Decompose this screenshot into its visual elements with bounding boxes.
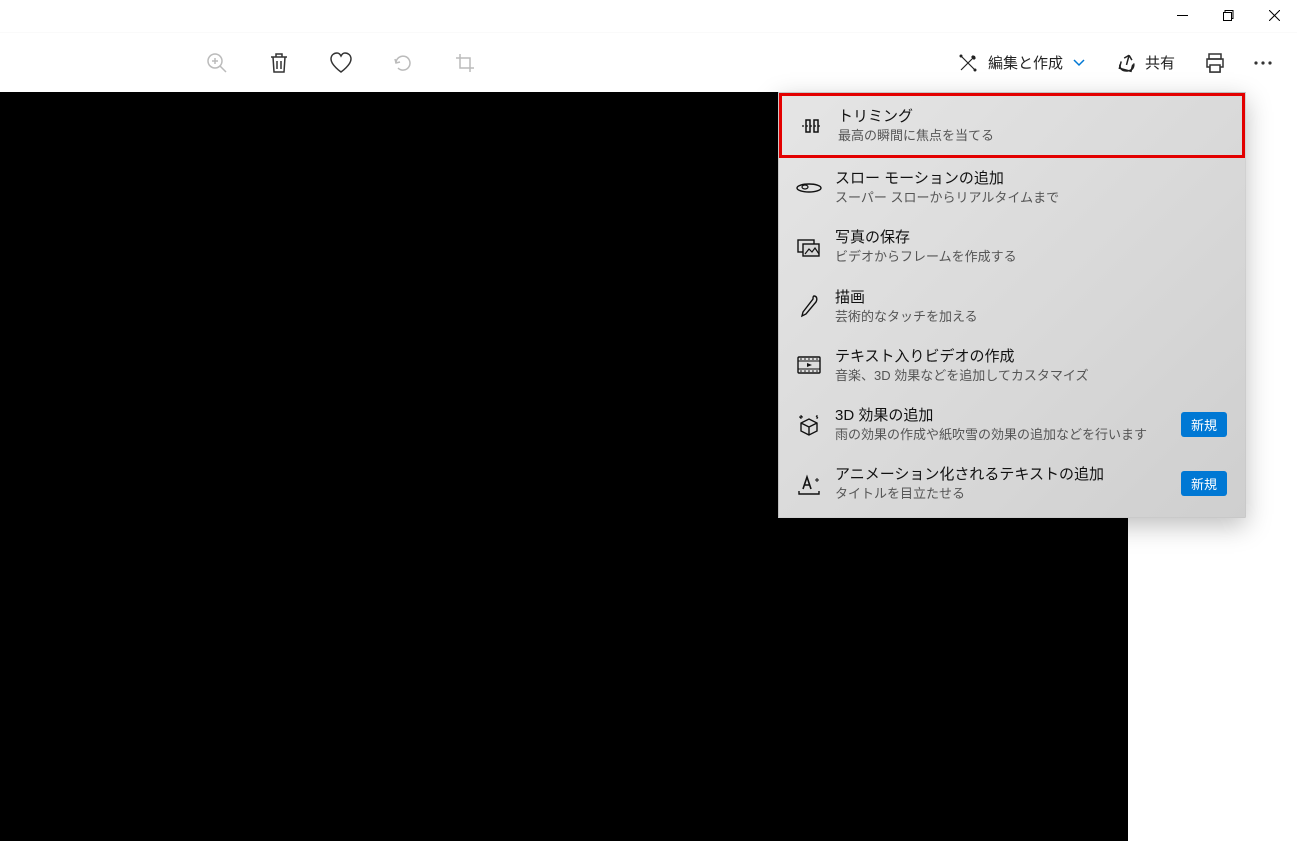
rotate-button[interactable] (376, 43, 430, 83)
menu-item-title: トリミング (838, 106, 1224, 127)
crop-icon (454, 52, 476, 74)
menu-item-3deffect[interactable]: 3D 効果の追加 雨の効果の作成や紙吹雪の効果の追加などを行います 新規 (779, 395, 1245, 454)
printer-icon (1204, 53, 1226, 73)
trash-icon (269, 52, 289, 74)
heart-icon (329, 52, 353, 74)
print-button[interactable] (1193, 43, 1237, 83)
menu-item-desc: 芸術的なタッチを加える (835, 308, 1227, 326)
menu-item-slowmotion[interactable]: スロー モーションの追加 スーパー スローからリアルタイムまで (779, 158, 1245, 217)
chevron-down-icon (1073, 59, 1085, 67)
menu-item-desc: タイトルを目立たせる (835, 485, 1181, 503)
new-badge: 新規 (1181, 412, 1227, 437)
menu-item-title: アニメーション化されるテキストの追加 (835, 464, 1181, 485)
draw-icon (798, 294, 820, 318)
crop-button[interactable] (438, 43, 492, 83)
menu-item-desc: ビデオからフレームを作成する (835, 248, 1227, 266)
rotate-icon (392, 52, 414, 74)
close-icon (1269, 10, 1280, 21)
slowmotion-icon (796, 181, 822, 195)
edit-create-button[interactable]: 編集と作成 (944, 44, 1099, 81)
edit-create-icon (958, 53, 978, 73)
savephoto-icon (797, 237, 821, 257)
title-bar (0, 0, 1297, 32)
menu-item-title: テキスト入りビデオの作成 (835, 346, 1227, 367)
menu-item-draw[interactable]: 描画 芸術的なタッチを加える (779, 277, 1245, 336)
menu-item-title: 3D 効果の追加 (835, 405, 1181, 426)
menu-item-savephoto[interactable]: 写真の保存 ビデオからフレームを作成する (779, 217, 1245, 276)
trim-icon (800, 116, 824, 136)
menu-item-desc: スーパー スローからリアルタイムまで (835, 189, 1227, 207)
toolbar-left (0, 43, 492, 83)
content-area: トリミング 最高の瞬間に焦点を当てる スロー モーションの追加 スーパー スロー… (0, 92, 1297, 841)
share-label: 共有 (1145, 52, 1175, 73)
zoom-button[interactable] (190, 43, 244, 83)
share-button[interactable]: 共有 (1103, 44, 1189, 81)
minimize-button[interactable] (1159, 0, 1205, 30)
share-icon (1117, 53, 1137, 73)
toolbar: 編集と作成 共有 (0, 32, 1297, 92)
menu-item-title: 描画 (835, 287, 1227, 308)
minimize-icon (1177, 10, 1188, 21)
favorite-button[interactable] (314, 43, 368, 83)
animatedtext-icon (797, 473, 821, 495)
delete-button[interactable] (252, 43, 306, 83)
menu-item-title: 写真の保存 (835, 227, 1227, 248)
menu-item-textvideo[interactable]: テキスト入りビデオの作成 音楽、3D 効果などを追加してカスタマイズ (779, 336, 1245, 395)
new-badge: 新規 (1181, 471, 1227, 496)
toolbar-right: 編集と作成 共有 (944, 43, 1297, 83)
menu-item-desc: 音楽、3D 効果などを追加してカスタマイズ (835, 367, 1227, 385)
window-controls (1159, 0, 1297, 30)
maximize-button[interactable] (1205, 0, 1251, 30)
menu-item-desc: 最高の瞬間に焦点を当てる (838, 127, 1224, 145)
more-icon (1253, 60, 1273, 66)
textvideo-icon (797, 355, 821, 375)
menu-item-desc: 雨の効果の作成や紙吹雪の効果の追加などを行います (835, 426, 1181, 444)
cube-icon (797, 413, 821, 437)
zoom-icon (206, 52, 228, 74)
menu-item-title: スロー モーションの追加 (835, 168, 1227, 189)
more-button[interactable] (1241, 43, 1285, 83)
edit-create-menu: トリミング 最高の瞬間に焦点を当てる スロー モーションの追加 スーパー スロー… (778, 92, 1246, 518)
maximize-icon (1223, 10, 1234, 21)
close-button[interactable] (1251, 0, 1297, 30)
menu-item-trim[interactable]: トリミング 最高の瞬間に焦点を当てる (779, 93, 1245, 158)
menu-item-animatedtext[interactable]: アニメーション化されるテキストの追加 タイトルを目立たせる 新規 (779, 454, 1245, 513)
edit-create-label: 編集と作成 (988, 52, 1063, 73)
